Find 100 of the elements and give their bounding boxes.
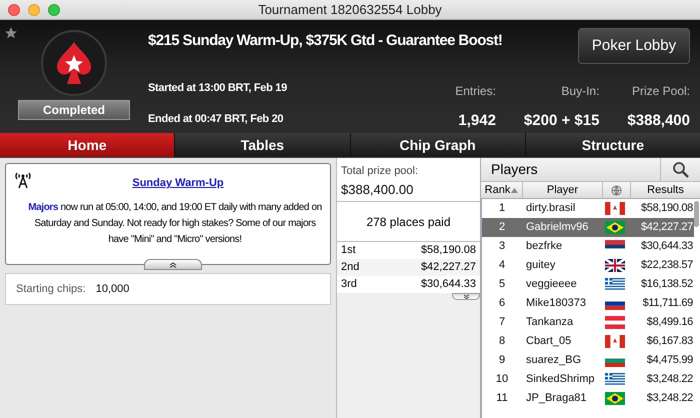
player-name-cell-text: bezfrke — [525, 239, 564, 254]
poker-lobby-button[interactable]: Poker Lobby — [578, 28, 690, 64]
status-ribbon: Completed — [18, 100, 130, 120]
rank-cell-text: 3 — [498, 239, 506, 254]
players-title: Players — [490, 160, 539, 179]
total-prize-label: Total prize pool: — [341, 164, 420, 179]
double-chevron-down-icon — [462, 294, 470, 299]
collapse-button[interactable] — [144, 259, 202, 270]
end-time-text: Ended at 00:47 BRT, Feb 20 — [148, 112, 284, 126]
news-text: Majors now run at 05:00, 14:00, and 19:00 ET daily with many added on Saturday and Sunday. Not ready for high stakes? Some of our majors have "Mini" and "Micro" versions! — [27, 201, 322, 247]
player-row[interactable]: 1 dirty.brasil $58,190.08 — [482, 199, 694, 218]
payout-place: 3rd — [341, 277, 357, 292]
rank-cell-text: 9 — [498, 353, 506, 368]
result-cell-text: $22,238.57 — [640, 258, 694, 274]
player-name-cell-text: guitey — [525, 258, 556, 274]
player-row[interactable]: 8 Cbart_05 $6,167.83 — [482, 332, 694, 351]
close-window-button[interactable] — [8, 4, 20, 16]
tab[interactable]: Structure — [526, 133, 700, 157]
player-name-cell-text: Gabrielmv96 — [525, 220, 590, 236]
player-row[interactable]: 4 guitey $22,238.57 — [482, 256, 694, 275]
stat-label: Prize Pool: — [632, 83, 690, 100]
player-row[interactable]: 7 Tankanza $8,499.16 — [482, 313, 694, 332]
player-row[interactable]: 10 SinkedShrimp $3,248.22 — [482, 370, 694, 389]
rank-cell-text: 1 — [498, 201, 506, 216]
start-time-text: Started at 13:00 BRT, Feb 19 — [148, 81, 287, 96]
player-row[interactable]: 3 bezfrke $30,644.33 — [482, 237, 694, 256]
globe-icon — [611, 184, 622, 196]
payout-amount: $42,227.27 — [420, 260, 476, 276]
result-cell-text: $30,644.33 — [640, 239, 694, 254]
player-column-header[interactable]: Player — [523, 182, 603, 198]
window-title: Tournament 1820632554 Lobby — [258, 0, 442, 19]
player-row[interactable]: 9 suarez_BG $4,475.99 — [482, 351, 694, 370]
player-name-cell-text: Mike180373 — [525, 296, 587, 312]
flag-icon — [605, 335, 625, 348]
spade-logo-icon — [41, 30, 107, 96]
zoom-window-button[interactable] — [48, 4, 60, 16]
player-row[interactable]: 11 JP_Braga81 $3,248.22 — [482, 389, 694, 408]
starting-chips-label: Starting chips: — [16, 282, 86, 297]
majors-link[interactable]: Majors — [28, 202, 58, 213]
stat-label: Buy-In: — [561, 83, 600, 100]
result-cell-text: $3,248.22 — [646, 372, 694, 388]
result-cell-text: $16,138.52 — [640, 277, 694, 292]
player-name-cell-text: JP_Braga81 — [525, 391, 588, 406]
starting-chips-value: 10,000 — [96, 282, 130, 297]
result-cell-text: $6,167.83 — [646, 334, 694, 350]
rank-cell-text: 5 — [498, 277, 506, 292]
tab[interactable]: Home — [0, 133, 174, 157]
player-name-cell-text: dirty.brasil — [525, 201, 576, 216]
rank-cell-text: 2 — [498, 220, 506, 236]
player-name-cell-text: SinkedShrimp — [525, 372, 596, 388]
rank-cell-text: 7 — [498, 315, 506, 330]
rank-cell-text: 6 — [498, 296, 506, 312]
result-cell-text: $3,248.22 — [646, 391, 694, 406]
expand-button[interactable] — [452, 293, 480, 300]
sort-up-icon — [511, 188, 518, 192]
result-cell-text: $8,499.16 — [646, 315, 694, 330]
favorite-star-icon[interactable] — [4, 26, 18, 40]
places-paid-text: 278 places paid — [366, 214, 451, 230]
rank-cell-text: 11 — [495, 391, 509, 406]
player-name-cell-text: Cbart_05 — [525, 334, 572, 350]
stat-value: $200 + $15 — [524, 111, 600, 131]
result-cell-text: $11,711.69 — [642, 296, 694, 312]
player-row[interactable]: 6 Mike180373 $11,711.69 — [482, 294, 694, 313]
flag-icon — [605, 392, 625, 405]
minimize-window-button[interactable] — [28, 4, 40, 16]
stat-value: $388,400 — [627, 111, 690, 131]
player-row[interactable]: 5 veggieeee $16,138.52 — [482, 275, 694, 294]
result-cell-text: $4,475.99 — [646, 353, 694, 368]
rank-column-header[interactable]: Rank — [481, 182, 523, 198]
rank-cell-text: 10 — [494, 372, 510, 388]
player-row[interactable]: 2 Gabrielmv96 $42,227.27 — [482, 218, 694, 237]
search-icon — [672, 160, 690, 178]
tab[interactable]: Tables — [175, 133, 350, 157]
player-name-cell-text: suarez_BG — [525, 353, 582, 368]
payout-place: 2nd — [341, 260, 360, 276]
player-name-cell-text: Tankanza — [525, 315, 574, 330]
flag-icon — [605, 278, 625, 291]
payout-amount: $58,190.08 — [420, 243, 476, 258]
flag-icon — [605, 316, 625, 329]
scrollbar-thumb[interactable] — [694, 201, 699, 227]
results-column-header[interactable]: Results — [631, 182, 700, 198]
rank-cell-text: 8 — [498, 334, 506, 350]
player-name-cell-text: veggieeee — [525, 277, 578, 292]
total-prize-value: $388,400.00 — [341, 180, 414, 198]
double-chevron-up-icon — [169, 262, 177, 268]
flag-icon — [605, 202, 625, 215]
result-cell-text: $58,190.08 — [640, 201, 694, 216]
payout-place: 1st — [341, 243, 356, 258]
broadcast-antenna-icon — [14, 171, 32, 189]
payout-amount: $30,644.33 — [420, 277, 476, 292]
flag-icon — [605, 221, 625, 234]
flag-icon — [605, 259, 625, 272]
rank-cell-text: 4 — [498, 258, 506, 274]
tab[interactable]: Chip Graph — [350, 133, 525, 157]
result-cell-text: $42,227.27 — [640, 220, 694, 236]
stat-value: 1,942 — [458, 111, 496, 131]
news-title-link[interactable]: Sunday Warm-Up — [132, 177, 224, 189]
stat-label: Entries: — [455, 83, 496, 100]
flag-icon — [605, 373, 625, 386]
tournament-title: $215 Sunday Warm-Up, $375K Gtd - Guarantee Boost! — [148, 31, 502, 51]
